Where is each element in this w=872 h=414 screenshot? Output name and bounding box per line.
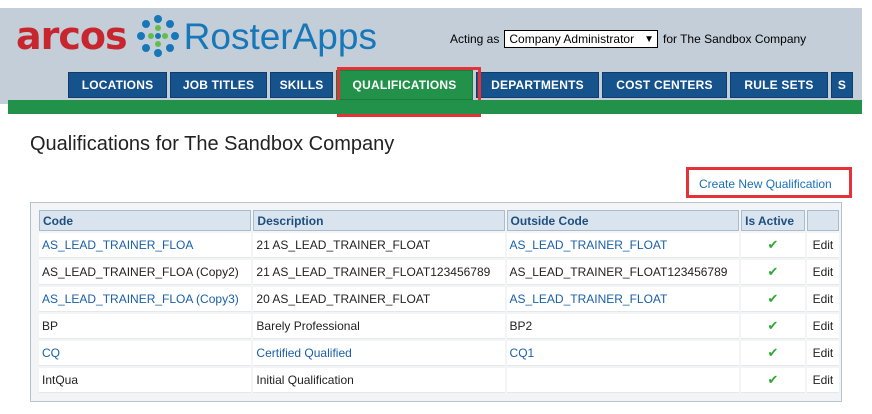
qualifications-table-panel: Code Description Outside Code Is Active … [30,202,842,402]
active-check-icon: ✔ [741,260,805,285]
table-row: AS_LEAD_TRAINER_FLOA 21 AS_LEAD_TRAINER_… [39,233,839,258]
cell-code[interactable]: IntQua [39,368,252,393]
cell-code[interactable]: AS_LEAD_TRAINER_FLOA [39,233,252,258]
acting-as-prefix: Acting as [450,32,500,46]
edit-link[interactable]: Edit [806,287,839,312]
rosterapps-logo-icon [136,15,179,57]
cell-description: 21 AS_LEAD_TRAINER_FLOAT123456789 [253,260,505,285]
active-check-icon: ✔ [741,368,805,393]
active-check-icon: ✔ [741,341,805,366]
app-logo[interactable]: arcos RosterApps [16,12,377,60]
cell-description: 20 AS_LEAD_TRAINER_FLOAT [253,287,505,312]
active-check-icon: ✔ [741,314,805,339]
chevron-down-icon: ▼ [644,33,654,45]
column-header-actions [806,210,839,231]
active-check-icon: ✔ [741,287,805,312]
column-header-description[interactable]: Description [253,210,505,231]
cell-outside-code: AS_LEAD_TRAINER_FLOAT [506,287,740,312]
cell-outside-code: CQ1 [506,341,740,366]
acting-as-suffix: for The Sandbox Company [662,32,807,46]
tab-departments[interactable]: DEPARTMENTS [476,72,599,98]
cell-description: Barely Professional [253,314,505,339]
logo-product-text: RosterApps [183,15,377,57]
edit-link[interactable]: Edit [806,260,839,285]
tab-skills[interactable]: SKILLS [270,72,333,98]
edit-link[interactable]: Edit [806,233,839,258]
table-row: AS_LEAD_TRAINER_FLOA (Copy3) 20 AS_LEAD_… [39,287,839,312]
cell-outside-code: AS_LEAD_TRAINER_FLOAT123456789 [506,260,740,285]
qualifications-table: Code Description Outside Code Is Active … [37,208,841,395]
cell-description: Certified Qualified [253,341,505,366]
active-check-icon: ✔ [741,233,805,258]
table-row: IntQua Initial Qualification ✔ Edit [39,368,839,393]
cell-description: Initial Qualification [253,368,505,393]
tab-cost-centers[interactable]: COST CENTERS [602,72,727,98]
cell-outside-code: BP2 [506,314,740,339]
cell-outside-code [506,368,740,393]
create-new-qualification-link[interactable]: Create New Qualification [699,177,832,191]
tab-locations[interactable]: LOCATIONS [68,72,167,98]
column-header-outside-code[interactable]: Outside Code [506,210,740,231]
tab-truncated[interactable]: S [831,72,853,98]
cell-code[interactable]: AS_LEAD_TRAINER_FLOA (Copy3) [39,287,252,312]
page-title: Qualifications for The Sandbox Company [30,133,395,155]
cell-code[interactable]: BP [39,314,252,339]
cell-description: 21 AS_LEAD_TRAINER_FLOAT [253,233,505,258]
tab-job-titles[interactable]: JOB TITLES [170,72,267,98]
role-select-value: Company Administrator [509,32,635,46]
edit-link[interactable]: Edit [806,368,839,393]
column-header-is-active[interactable]: Is Active [741,210,805,231]
cell-code[interactable]: AS_LEAD_TRAINER_FLOA (Copy2) [39,260,252,285]
table-header-row: Code Description Outside Code Is Active [39,210,839,231]
tab-rule-sets[interactable]: RULE SETS [730,72,828,98]
cell-outside-code: AS_LEAD_TRAINER_FLOAT [506,233,740,258]
table-row: AS_LEAD_TRAINER_FLOA (Copy2) 21 AS_LEAD_… [39,260,839,285]
cell-code[interactable]: CQ [39,341,252,366]
table-row: BP Barely Professional BP2 ✔ Edit [39,314,839,339]
edit-link[interactable]: Edit [806,341,839,366]
column-header-code[interactable]: Code [39,210,252,231]
logo-brand-text: arcos [16,14,128,58]
edit-link[interactable]: Edit [806,314,839,339]
app-header: arcos RosterApps Acting as Company Admin… [0,0,872,117]
role-select[interactable]: Company Administrator ▼ [504,30,658,48]
acting-as-bar: Acting as Company Administrator ▼ for Th… [450,30,806,48]
nav-underline-bar [8,100,862,114]
table-row: CQ Certified Qualified CQ1 ✔ Edit [39,341,839,366]
